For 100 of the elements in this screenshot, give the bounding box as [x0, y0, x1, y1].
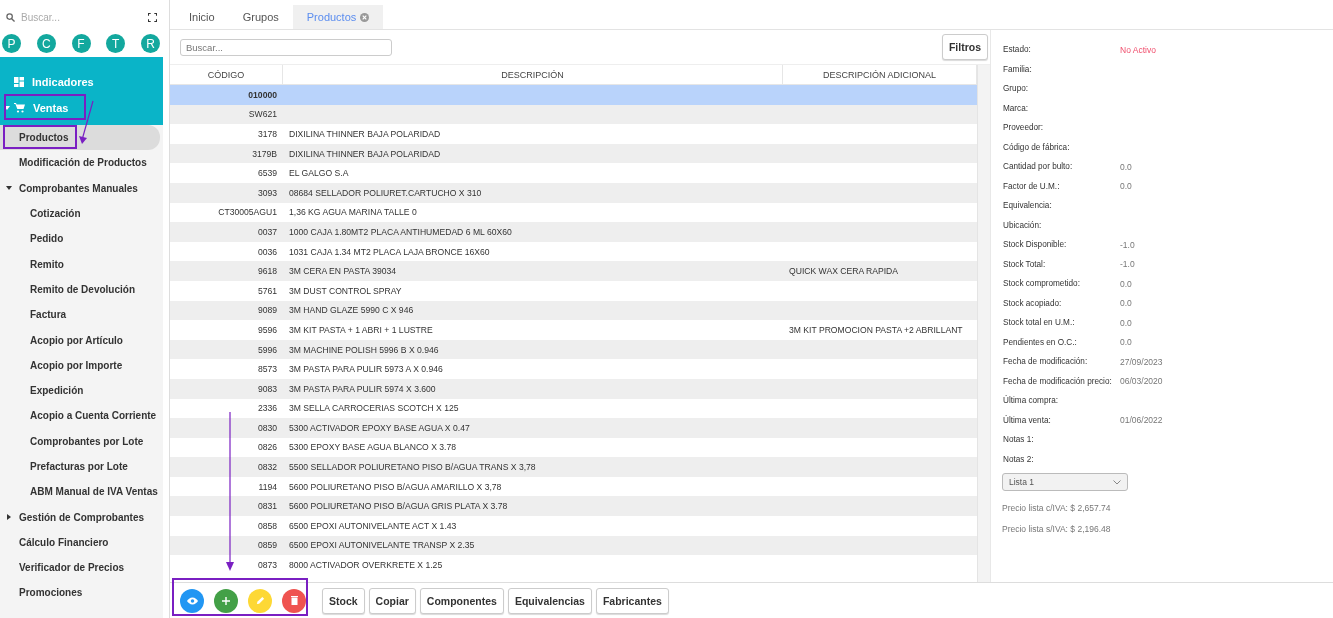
table-row[interactable]: 9618 3M CERA EN PASTA 39034 QUICK WAX CERA RAPIDA: [170, 261, 977, 281]
field-label: Pendientes en O.C.:: [1003, 337, 1078, 347]
field-label: Estado:: [1003, 45, 1032, 55]
table-cell-text: 3178: [256, 128, 278, 141]
toolbar-button[interactable]: Copiar: [368, 587, 416, 614]
price-list-select[interactable]: Lista 1: [1002, 473, 1128, 491]
menu-item[interactable]: Acopio por Importe: [0, 352, 160, 378]
table-cell-text: 3093: [256, 186, 278, 200]
menu-item[interactable]: Prefacturas por Lote: [0, 453, 160, 480]
menu-item[interactable]: Expedición: [0, 377, 160, 404]
field-label: Familia:: [1003, 64, 1033, 74]
fullscreen-icon[interactable]: [148, 12, 157, 22]
menu-item[interactable]: Remito: [0, 251, 160, 277]
arrow-drawing: [78, 100, 96, 146]
tab[interactable]: Grupos: [228, 5, 293, 29]
field-label: Stock acopiado:: [1003, 298, 1063, 308]
table-row[interactable]: 0830 5300 ACTIVADOR EPOXY BASE AGUA X 0.47: [170, 418, 977, 438]
field-label: Fecha de modificación precio:: [1003, 376, 1113, 386]
menu-item[interactable]: Modificación de Productos: [0, 150, 160, 176]
table-cell-text: 1,36 KG AGUA MARINA TALLE 0: [288, 206, 418, 220]
trash-icon: [290, 596, 298, 605]
table-row[interactable]: 9089 3M HAND GLAZE 5990 C X 946: [170, 300, 977, 321]
menu-item[interactable]: Acopio a Cuenta Corriente: [0, 403, 160, 429]
table-cell-text: 8573: [256, 363, 278, 377]
plus-icon: [222, 596, 230, 605]
table-cell-text: 5761: [256, 284, 278, 298]
table-row[interactable]: 0832 5500 SELLADOR POLIURETANO PISO B/AGUA TRANS X 3,78: [170, 457, 977, 477]
menu-item[interactable]: Comprobantes Manuales: [0, 175, 160, 201]
column-header[interactable]: CÓDIGO: [170, 65, 283, 84]
table-cell-text: 9089: [256, 304, 278, 318]
menu-item[interactable]: Verificador de Precios: [0, 555, 160, 581]
table-row[interactable]: 0037 1000 CAJA 1.80MT2 PLACA ANTIHUMEDAD 6 ML 60X60: [170, 222, 977, 242]
field-label: Ubicación:: [1003, 220, 1043, 230]
field-value: 0.0: [1120, 181, 1133, 192]
table-cell-text: 3M KIT PROMOCION PASTA +2 ABRILLANT: [788, 323, 964, 337]
table-row[interactable]: 3093 08684 SELLADOR POLIURET.CARTUCHO X 310: [170, 182, 977, 203]
table-cell-text: 0832: [256, 461, 278, 475]
toolbar-button[interactable]: Fabricantes: [595, 587, 669, 614]
table-cell-text: CT30005AGU1: [217, 206, 278, 220]
table-row[interactable]: 0831 5600 POLIURETANO PISO B/AGUA GRIS PLATA X 3.78: [170, 496, 977, 517]
action-button[interactable]: [282, 588, 306, 613]
table-cell-text: 0858: [256, 519, 278, 533]
table-cell-text: 2336: [256, 402, 278, 416]
field-label: Cantidad por bulto:: [1003, 162, 1074, 172]
table-cell-text: 3M MACHINE POLISH 5996 B X 0.946: [288, 343, 440, 357]
field-label: Última compra:: [1003, 396, 1060, 406]
menu-item[interactable]: Cotización: [0, 200, 160, 227]
table-cell-text: 5996: [256, 343, 278, 357]
table-row[interactable]: 0859 6500 EPOXI AUTONIVELANTE TRANSP X 2.35: [170, 535, 977, 556]
table-cell-text: 3M KIT PASTA + 1 ABRI + 1 LUSTRE: [288, 323, 434, 337]
field-label: Última venta:: [1003, 415, 1052, 425]
field-label: Equivalencia:: [1003, 201, 1053, 211]
action-button[interactable]: [214, 588, 238, 613]
tab[interactable]: Inicio: [175, 5, 229, 29]
field-value: -1.0: [1120, 259, 1136, 270]
table-row[interactable]: 5996 3M MACHINE POLISH 5996 B X 0.946: [170, 339, 977, 360]
field-value: 27/09/2023: [1120, 356, 1164, 367]
table-cell-text: 6500 EPOXI AUTONIVELANTE ACT X 1.43: [288, 519, 458, 533]
menu-item[interactable]: Productos: [0, 125, 160, 151]
menu-item[interactable]: Pedido: [0, 226, 160, 252]
filters-button[interactable]: Filtros: [941, 34, 988, 60]
dashboard-icon: [14, 77, 24, 87]
toolbar-button[interactable]: Stock: [322, 587, 365, 614]
field-label: Stock comprometido:: [1003, 279, 1081, 289]
table-cell-text: 5300 ACTIVADOR EPOXY BASE AGUA X 0.47: [288, 421, 471, 435]
search-field[interactable]: Buscar...: [19, 10, 144, 24]
field-label: Stock total en U.M.:: [1003, 318, 1076, 328]
price-text: Precio lista s/IVA: $ 2,196.48: [1002, 522, 1112, 536]
table-cell-text: 3M PASTA PARA PULIR 5973 A X 0.946: [288, 363, 444, 377]
search-icon: [6, 12, 15, 22]
table-cell-text: 0036: [256, 245, 278, 259]
search-field[interactable]: Buscar...: [180, 38, 392, 56]
status-value: No Activo: [1120, 44, 1157, 55]
menu-item[interactable]: Acopio por Artículo: [0, 327, 160, 353]
field-label: Código de fábrica:: [1003, 142, 1071, 152]
menu-item[interactable]: Promociones: [0, 580, 160, 606]
close-icon[interactable]: [360, 12, 370, 22]
field-value: 01/06/2022: [1120, 415, 1164, 426]
field-value: 0.0: [1120, 161, 1133, 172]
table-cell-text: 5600 POLIURETANO PISO B/AGUA AMARILLO X 3,78: [288, 480, 503, 494]
table-cell-text: 6539: [256, 167, 278, 181]
toolbar-button[interactable]: Equivalencias: [507, 587, 592, 614]
table-row[interactable]: SW621: [170, 104, 977, 125]
column-header[interactable]: DESCRIPCIÓN: [283, 65, 783, 84]
pencil-icon: [255, 596, 265, 605]
menu-item[interactable]: Comprobantes por Lote: [0, 428, 160, 454]
table-row[interactable]: 010000: [170, 85, 977, 105]
menu-item[interactable]: Cálculo Financiero: [0, 529, 160, 556]
field-value: 0.0: [1120, 278, 1133, 289]
menu-item[interactable]: ABM Manual de IVA Ventas: [0, 479, 160, 505]
table-row[interactable]: 3179B DIXILINA THINNER BAJA POLARIDAD: [170, 143, 977, 164]
table-row[interactable]: 9083 3M PASTA PARA PULIR 5974 X 3.600: [170, 378, 977, 399]
field-value: 0.0: [1120, 317, 1133, 328]
menu-item[interactable]: Factura: [0, 302, 160, 328]
menu-item[interactable]: Gestión de Comprobantes: [0, 504, 160, 530]
action-button[interactable]: [180, 588, 204, 613]
toolbar-button[interactable]: Componentes: [419, 587, 504, 614]
menu-item[interactable]: Remito de Devolución: [0, 276, 160, 303]
table-cell-text: 1031 CAJA 1.34 MT2 PLACA LAJA BRONCE 16X60: [288, 245, 491, 259]
table-cell-text: 5600 POLIURETANO PISO B/AGUA GRIS PLATA X 3.78: [288, 500, 509, 514]
